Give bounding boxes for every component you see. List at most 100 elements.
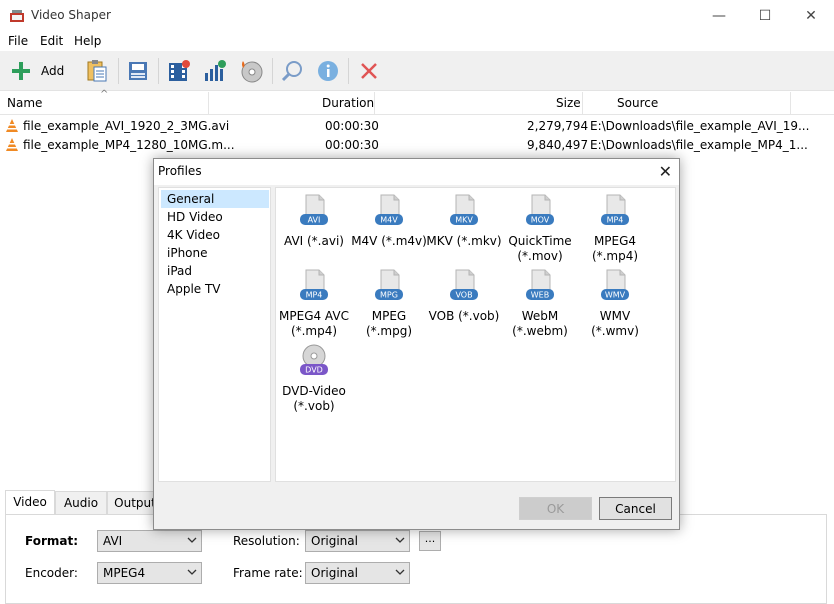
resolution-more-button[interactable]: ... xyxy=(419,531,441,551)
format-badge: MP4 xyxy=(306,291,323,300)
format-badge: WMV xyxy=(605,291,626,300)
toolbar-separator xyxy=(348,58,349,84)
category-ipad[interactable]: iPad xyxy=(161,262,269,280)
paste-icon[interactable] xyxy=(83,57,111,85)
file-list-header: ^ Name Duration Size Source xyxy=(0,89,834,115)
video-file-icon: WMV xyxy=(601,269,629,300)
profile-label: DVD-Video (*.vob) xyxy=(282,384,346,413)
maximize-button[interactable]: ☐ xyxy=(742,0,788,31)
menu-help[interactable]: Help xyxy=(74,34,101,48)
close-button[interactable]: ✕ xyxy=(788,0,834,31)
profile-category-list: General HD Video 4K Video iPhone iPad Ap… xyxy=(158,187,271,482)
format-select[interactable]: AVI xyxy=(97,530,202,552)
file-source: E:\Downloads\file_example_AVI_19... xyxy=(590,119,810,133)
format-badge: M4V xyxy=(380,216,398,225)
menu-file[interactable]: File xyxy=(8,34,28,48)
encoder-select[interactable]: MPEG4 xyxy=(97,562,202,584)
file-duration: 00:00:30 xyxy=(325,138,379,152)
encoder-value: MPEG4 xyxy=(103,566,146,580)
video-file-icon: MP4 xyxy=(601,194,629,225)
framerate-value: Original xyxy=(311,566,358,580)
table-row[interactable]: file_example_MP4_1280_10MG.m... 00:00:30… xyxy=(0,136,834,155)
sort-ascending-icon: ^ xyxy=(100,89,109,100)
column-divider[interactable] xyxy=(374,92,375,114)
tab-video[interactable]: Video xyxy=(5,490,55,515)
menu-edit[interactable]: Edit xyxy=(40,34,63,48)
file-source: E:\Downloads\file_example_MP4_1... xyxy=(590,138,808,152)
video-file-icon: VOB xyxy=(450,269,478,300)
audio-levels-icon[interactable] xyxy=(201,57,229,85)
file-size: 9,840,497 xyxy=(527,138,589,152)
tab-audio[interactable]: Audio xyxy=(55,491,107,514)
dialog-close-button[interactable]: ✕ xyxy=(659,162,672,181)
profile-label: WMV (*.wmv) xyxy=(591,309,639,338)
dialog-title: Profiles xyxy=(158,164,202,178)
file-name: file_example_MP4_1280_10MG.m... xyxy=(23,138,235,152)
title-bar: Video Shaper — ☐ ✕ xyxy=(0,0,834,31)
file-duration: 00:00:30 xyxy=(325,119,379,133)
category-iphone[interactable]: iPhone xyxy=(161,244,269,262)
video-file-icon: MPG xyxy=(375,269,403,300)
table-row[interactable]: file_example_AVI_1920_2_3MG.avi 00:00:30… xyxy=(0,117,834,136)
info-icon[interactable] xyxy=(314,57,342,85)
app-icon xyxy=(10,10,24,22)
format-badge: MOV xyxy=(531,216,550,225)
format-badge: DVD xyxy=(305,366,323,375)
column-name[interactable]: Name xyxy=(7,96,42,110)
profile-grid: AVI AVI (*.avi) M4V M4V (*.m4v) MKV MKV (*.… xyxy=(275,187,676,482)
toolbar-separator xyxy=(118,58,119,84)
search-icon[interactable] xyxy=(278,57,306,85)
chevron-down-icon xyxy=(187,537,197,543)
column-size[interactable]: Size xyxy=(556,96,581,110)
chevron-down-icon xyxy=(395,569,405,575)
framerate-select[interactable]: Original xyxy=(305,562,410,584)
ok-button[interactable]: OK xyxy=(519,497,592,520)
profiles-dialog: Profiles ✕ General HD Video 4K Video iPh… xyxy=(153,158,680,530)
column-source[interactable]: Source xyxy=(617,96,658,110)
delete-icon[interactable] xyxy=(355,57,383,85)
video-file-icon: WEB xyxy=(526,269,554,300)
category-4k-video[interactable]: 4K Video xyxy=(161,226,269,244)
video-file-icon: AVI xyxy=(300,194,328,225)
category-general[interactable]: General xyxy=(161,190,269,208)
column-divider[interactable] xyxy=(208,92,209,114)
toolbar-separator xyxy=(158,58,159,84)
video-file-icon: MKV xyxy=(450,194,478,225)
toolbar-separator xyxy=(272,58,273,84)
chevron-down-icon xyxy=(395,537,405,543)
cancel-button[interactable]: Cancel xyxy=(599,497,672,520)
format-badge: WEB xyxy=(531,291,549,300)
add-button-label[interactable]: Add xyxy=(41,64,64,78)
toolbar: Add xyxy=(0,51,834,91)
framerate-label: Frame rate: xyxy=(233,566,303,580)
video-effects-icon[interactable] xyxy=(165,57,193,85)
resolution-select[interactable]: Original xyxy=(305,530,410,552)
dvd-disc-icon: DVD xyxy=(300,344,328,375)
minimize-button[interactable]: — xyxy=(696,0,742,31)
column-divider[interactable] xyxy=(790,92,791,114)
format-badge: MPG xyxy=(380,291,398,300)
save-icon[interactable] xyxy=(124,57,152,85)
column-duration[interactable]: Duration xyxy=(322,96,374,110)
resolution-label: Resolution: xyxy=(233,534,300,548)
category-apple-tv[interactable]: Apple TV xyxy=(161,280,269,298)
format-label: Format: xyxy=(25,534,79,548)
chevron-down-icon xyxy=(187,569,197,575)
format-badge: AVI xyxy=(308,216,321,225)
video-file-icon: MOV xyxy=(526,194,554,225)
video-file-icon: M4V xyxy=(375,194,403,225)
format-badge: MP4 xyxy=(607,216,624,225)
profile-label: MPEG4 (*.mp4) xyxy=(591,234,639,263)
window-title: Video Shaper xyxy=(31,8,111,22)
category-hd-video[interactable]: HD Video xyxy=(161,208,269,226)
vlc-file-icon xyxy=(6,138,18,151)
burn-disc-icon[interactable] xyxy=(237,57,265,85)
menu-bar: File Edit Help xyxy=(0,31,834,51)
format-value: AVI xyxy=(103,534,123,548)
dialog-title-bar: Profiles ✕ xyxy=(154,159,679,185)
format-badge: VOB xyxy=(455,291,472,300)
file-size: 2,279,794 xyxy=(527,119,589,133)
column-divider[interactable] xyxy=(582,92,583,114)
video-file-icon: MP4 xyxy=(300,269,328,300)
add-icon[interactable] xyxy=(7,57,35,85)
